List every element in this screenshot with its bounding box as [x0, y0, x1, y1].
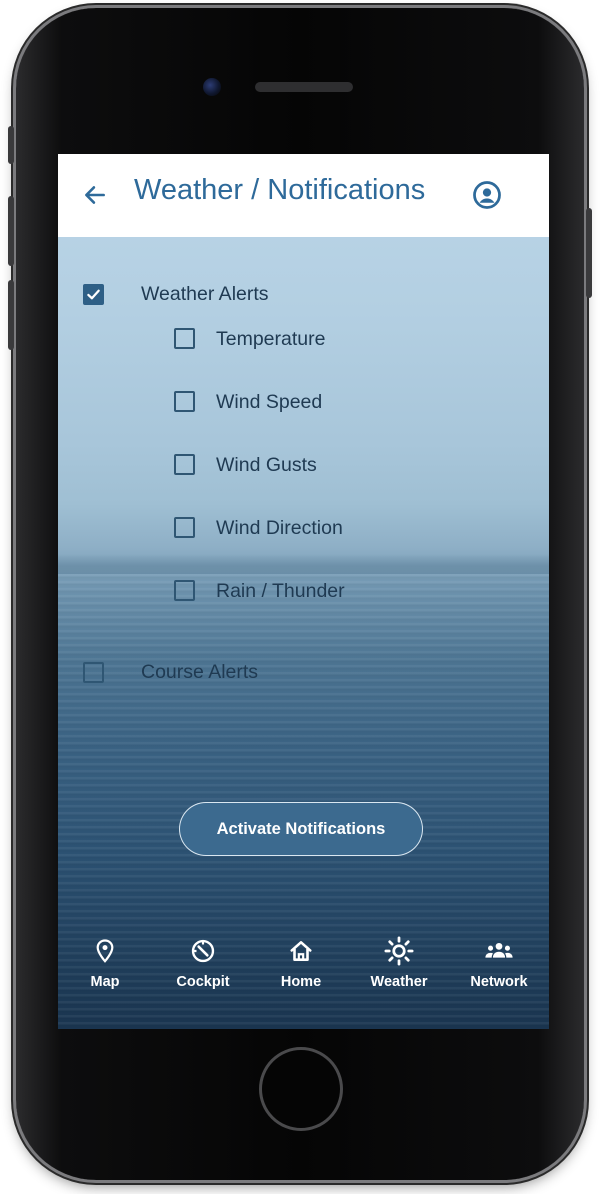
nav-item-home[interactable]: Home [256, 936, 346, 1002]
wind-speed-checkbox[interactable] [174, 391, 195, 412]
volume-up-button [8, 196, 14, 266]
map-pin-icon [96, 939, 114, 963]
front-camera [203, 78, 221, 96]
weather-alerts-label: Weather Alerts [141, 283, 269, 305]
page-title: Weather / Notifications [134, 174, 426, 206]
temperature-label: Temperature [216, 328, 326, 350]
course-alerts-label: Course Alerts [141, 661, 259, 683]
wind-direction-label: Wind Direction [216, 517, 343, 539]
wind-gusts-checkbox[interactable] [174, 454, 195, 475]
app-screen: Weather / Notifications Weather Alerts T… [58, 154, 549, 1029]
earpiece-speaker [255, 82, 353, 92]
nav-label-home: Home [280, 974, 322, 990]
nav-item-map[interactable]: Map [60, 936, 150, 1002]
bottom-nav: Map Cockpit Home Weather Network [58, 936, 549, 1006]
weather-alerts-checkbox[interactable] [83, 284, 104, 305]
activate-notifications-button[interactable]: Activate Notifications [179, 802, 423, 856]
wind-direction-checkbox[interactable] [174, 517, 195, 538]
back-button[interactable] [78, 178, 112, 212]
profile-button[interactable] [471, 179, 503, 211]
wind-gusts-label: Wind Gusts [216, 454, 317, 476]
app-header: Weather / Notifications [58, 154, 549, 237]
nav-item-weather[interactable]: Weather [354, 936, 444, 1002]
sea-horizon [58, 554, 549, 574]
home-hardware-button[interactable] [259, 1047, 343, 1131]
nav-label-weather: Weather [370, 974, 428, 990]
nav-label-map: Map [90, 974, 120, 990]
rain-thunder-checkbox[interactable] [174, 580, 195, 601]
people-icon [485, 942, 513, 958]
nav-label-cockpit: Cockpit [176, 974, 230, 990]
silent-switch [8, 126, 14, 164]
checkmark-icon [87, 289, 100, 300]
nav-item-network[interactable]: Network [454, 936, 544, 1002]
nav-label-network: Network [470, 974, 528, 990]
account-circle-icon [473, 181, 501, 209]
course-alerts-checkbox[interactable] [83, 662, 104, 683]
wind-speed-label: Wind Speed [216, 391, 323, 413]
compass-icon [191, 939, 215, 963]
volume-down-button [8, 280, 14, 350]
arrow-left-icon [85, 186, 105, 204]
rain-thunder-label: Rain / Thunder [216, 580, 345, 602]
nav-item-cockpit[interactable]: Cockpit [158, 936, 248, 1002]
sun-icon [384, 936, 414, 966]
home-icon [290, 941, 312, 961]
temperature-checkbox[interactable] [174, 328, 195, 349]
power-button [586, 208, 592, 298]
